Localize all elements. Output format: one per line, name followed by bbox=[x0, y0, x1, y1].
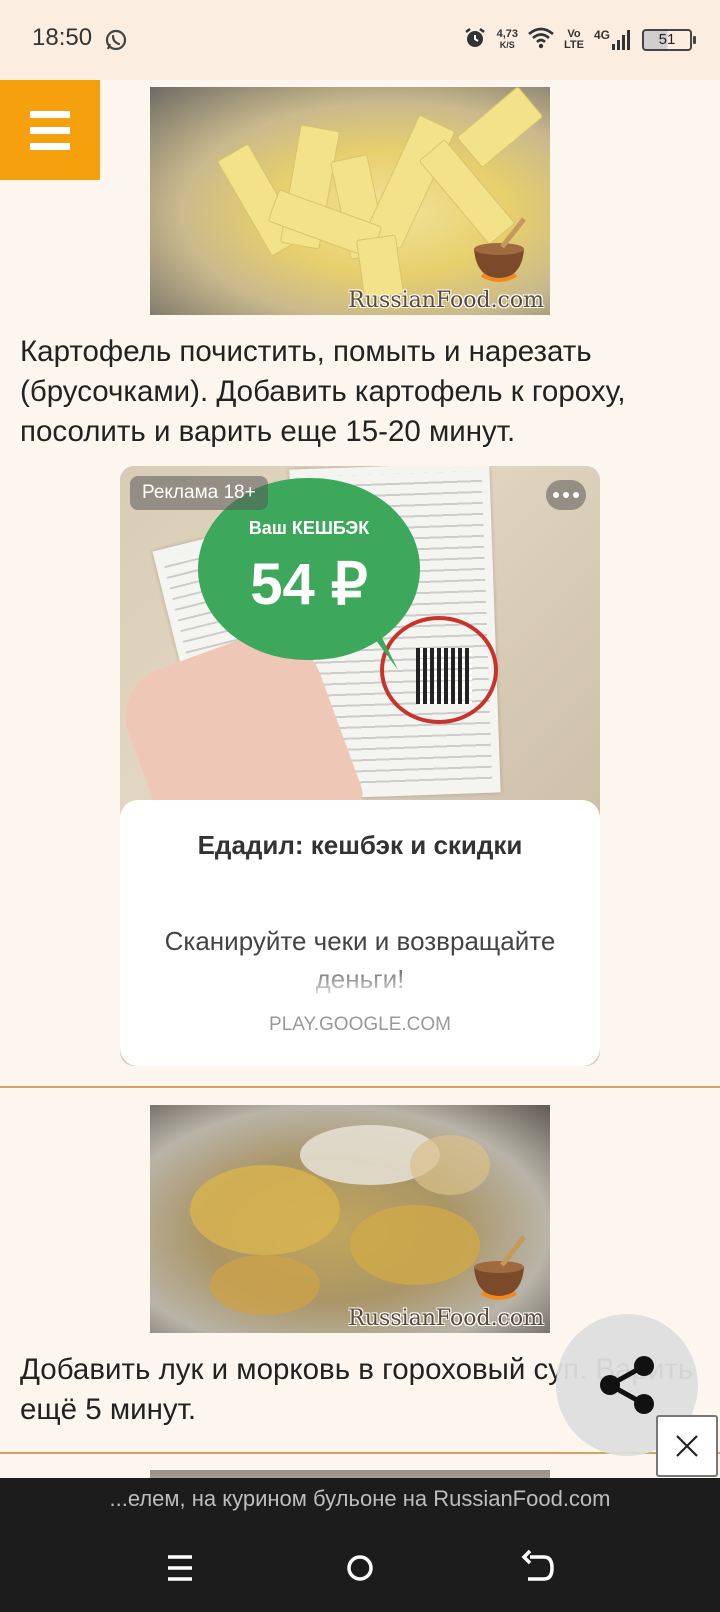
volte-indicator: Vo LTE bbox=[564, 29, 584, 51]
menu-icon bbox=[168, 1555, 192, 1581]
image-watermark: RussianFood.com bbox=[348, 1306, 544, 1331]
network-type: 4G bbox=[593, 28, 610, 42]
whatsapp-icon bbox=[104, 28, 128, 52]
home-button[interactable] bbox=[338, 1546, 382, 1590]
status-icons: 4,73 K/S Vo LTE 4G 51 bbox=[463, 22, 696, 58]
cashback-label: Ваш КЕШБЭК bbox=[248, 518, 370, 538]
status-bar: 18:50 4,73 K/S Vo LTE 4G 51 bbox=[0, 0, 720, 80]
wifi-icon bbox=[528, 27, 554, 53]
ad-title[interactable]: Едадил: кешбэк и скидки bbox=[120, 830, 600, 861]
pot-logo-icon bbox=[474, 217, 526, 282]
system-nav-bar bbox=[0, 1526, 720, 1612]
image-watermark: RussianFood.com bbox=[348, 288, 544, 313]
battery-icon: 51 bbox=[642, 29, 696, 51]
back-icon bbox=[521, 1549, 554, 1581]
recipe-content[interactable]: RussianFood.com Картофель почистить, пом… bbox=[0, 80, 720, 1478]
more-options-icon[interactable] bbox=[546, 480, 586, 510]
status-time: 18:50 bbox=[32, 24, 93, 51]
pot-logo-icon bbox=[474, 1235, 526, 1300]
ad-badge: Реклама 18+ bbox=[130, 476, 268, 510]
ad-card[interactable]: Едадил: кешбэк и скидки Сканируйте чеки … bbox=[120, 800, 600, 1066]
network-speed-value: 4,73 bbox=[496, 28, 519, 40]
advertisement[interactable]: Ваш КЕШБЭК 54 ₽ Реклама 18+ Едадил: кешб… bbox=[120, 466, 600, 1066]
cashback-value: 54 ₽ bbox=[250, 552, 368, 617]
share-icon bbox=[600, 1356, 654, 1414]
step-image-potatoes[interactable]: RussianFood.com bbox=[150, 87, 550, 315]
browser-page-title[interactable]: ...елем, на курином бульоне на RussianFo… bbox=[0, 1478, 720, 1526]
close-icon bbox=[676, 1435, 698, 1457]
back-button[interactable] bbox=[518, 1546, 562, 1590]
divider bbox=[0, 1086, 720, 1088]
hamburger-menu-icon[interactable] bbox=[0, 80, 100, 180]
step-image-soup[interactable]: RussianFood.com bbox=[150, 1105, 550, 1333]
network-speed-unit: K/S bbox=[499, 40, 515, 50]
network-speed: 4,73 K/S bbox=[497, 29, 518, 51]
recent-apps-button[interactable] bbox=[158, 1546, 202, 1590]
ad-image[interactable]: Ваш КЕШБЭК 54 ₽ bbox=[120, 466, 600, 875]
step-image-next[interactable] bbox=[150, 1470, 550, 1478]
close-button[interactable] bbox=[656, 1415, 718, 1477]
signal-icon: 4G bbox=[593, 28, 632, 50]
ad-domain[interactable]: PLAY.GOOGLE.COM bbox=[120, 1014, 600, 1036]
home-icon bbox=[347, 1555, 373, 1581]
volte-bottom: LTE bbox=[564, 39, 584, 51]
alarm-icon bbox=[463, 26, 487, 54]
step-text: Картофель почистить, помыть и нарезать (… bbox=[20, 335, 626, 448]
